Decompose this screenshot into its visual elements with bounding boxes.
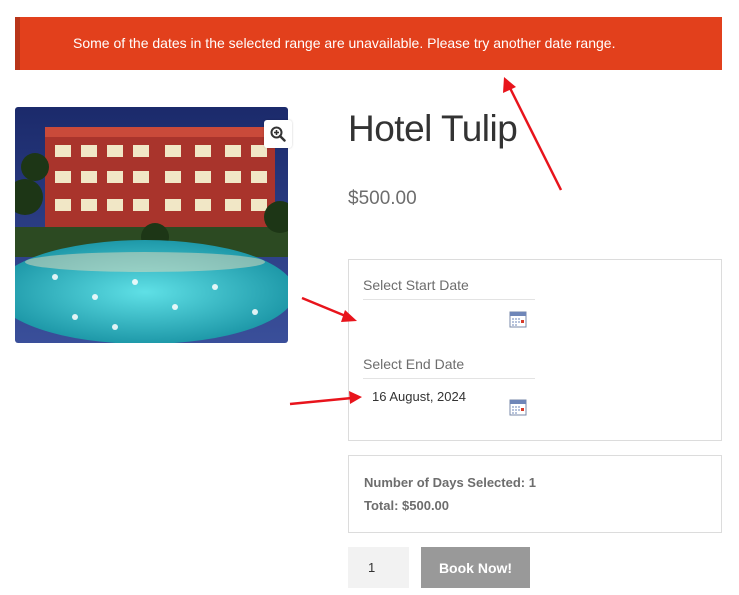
calendar-icon[interactable]	[509, 398, 527, 416]
zoom-button[interactable]	[264, 120, 292, 148]
days-selected: Number of Days Selected: 1	[364, 475, 536, 490]
end-date-label: Select End Date	[363, 356, 535, 379]
booking-total: Total: $500.00	[364, 498, 450, 513]
quantity-input[interactable]	[348, 547, 409, 588]
booking-date-form: Select Start Date Select End Date	[348, 259, 722, 441]
product-price: $500.00	[348, 188, 417, 209]
product-image[interactable]	[15, 107, 288, 343]
booking-summary: Number of Days Selected: 1 Total: $500.0…	[348, 455, 722, 533]
calendar-icon[interactable]	[509, 310, 527, 328]
error-notice-text: Some of the dates in the selected range …	[73, 35, 616, 51]
product-title: Hotel Tulip	[348, 108, 518, 149]
error-notice: Some of the dates in the selected range …	[15, 17, 722, 70]
start-date-label: Select Start Date	[363, 277, 535, 300]
zoom-in-icon	[270, 126, 286, 142]
hotel-photo	[15, 107, 288, 343]
book-now-button[interactable]: Book Now!	[421, 547, 530, 588]
